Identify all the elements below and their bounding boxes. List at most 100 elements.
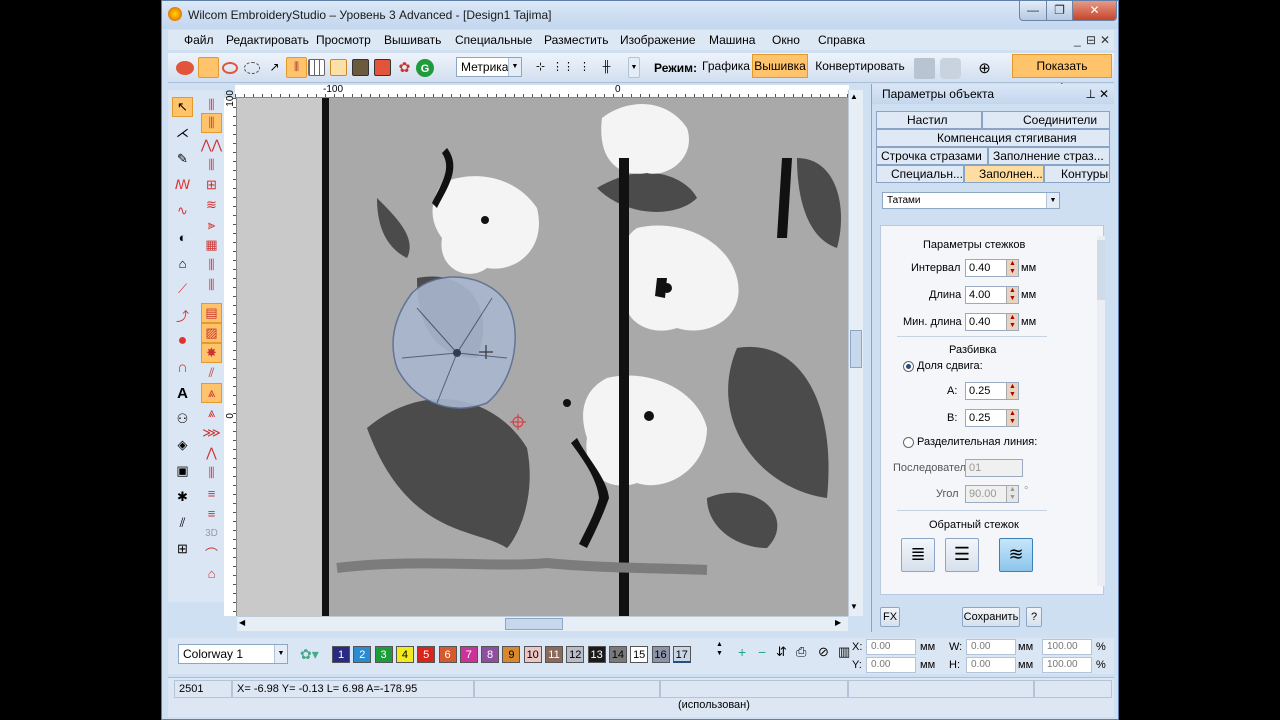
monogram-tool-icon[interactable]: ⚇ xyxy=(172,409,193,429)
help-button[interactable]: ? xyxy=(1026,607,1042,627)
pen-tool-icon[interactable]: ✎ xyxy=(172,149,193,169)
fx-button[interactable]: FX xyxy=(880,607,900,627)
menu-file[interactable]: Файл xyxy=(184,33,214,47)
fill-type-2-icon[interactable]: ▨ xyxy=(201,323,222,343)
color-swatch[interactable]: 16 xyxy=(651,646,670,663)
grid-tool-icon[interactable]: ⊞ xyxy=(172,539,193,559)
circle-tool-icon[interactable]: ● xyxy=(172,331,193,351)
fill-type-11-icon[interactable]: ≡ xyxy=(201,503,222,523)
stitch-type-8-icon[interactable]: ▦ xyxy=(201,235,222,255)
scroll-right-icon[interactable]: ▶ xyxy=(835,618,841,627)
fill-type-7-icon[interactable]: ⋙ xyxy=(201,423,222,443)
x-input[interactable]: 0.00 xyxy=(866,639,916,655)
menu-arrange[interactable]: Разместить xyxy=(544,33,609,47)
split-line-radio[interactable] xyxy=(903,437,914,448)
spin-arrows-icon[interactable]: ▲ ▼ xyxy=(1006,486,1018,502)
scroll-down-icon[interactable]: ▼ xyxy=(850,602,858,611)
text-tool-icon[interactable]: A xyxy=(172,383,193,403)
sequence-icon[interactable]: ⋮ xyxy=(574,57,595,78)
shape-tool-icon[interactable]: ⌂ xyxy=(172,253,193,273)
run-tool-icon[interactable]: ∿ xyxy=(172,201,193,221)
fence-icon[interactable]: ╫ xyxy=(596,57,617,78)
fill-type-1-icon[interactable]: ▤ xyxy=(201,303,222,323)
panel-close-icon[interactable]: ✕ xyxy=(1099,87,1109,101)
interval-input[interactable]: 0.40 ▲ ▼ xyxy=(965,259,1019,277)
w-input[interactable]: 0.00 xyxy=(966,639,1016,655)
color-image-icon[interactable] xyxy=(374,59,391,76)
table-icon[interactable] xyxy=(330,59,347,76)
color-swatch[interactable]: 3 xyxy=(374,646,393,663)
stitch-type-7-icon[interactable]: ⫸ xyxy=(201,215,222,235)
spin-arrows-icon[interactable]: ▲ ▼ xyxy=(1006,260,1018,276)
select-tool-icon[interactable]: ↖ xyxy=(172,97,193,117)
color-swatch[interactable]: 11 xyxy=(545,646,563,663)
color-swatch[interactable]: 17 xyxy=(672,646,691,663)
refresh-icon[interactable]: G xyxy=(416,59,434,77)
menu-help[interactable]: Справка xyxy=(818,33,865,47)
scale-h-input[interactable]: 100.00 xyxy=(1042,657,1092,673)
menu-view[interactable]: Просмотр xyxy=(316,33,371,47)
polyline-tool-icon[interactable]: ⤴ xyxy=(172,305,193,325)
menu-window[interactable]: Окно xyxy=(772,33,800,47)
fill-type-10-icon[interactable]: ≡ xyxy=(201,483,222,503)
tab-special[interactable]: Специальн... xyxy=(876,165,964,183)
units-select[interactable]: Метрика ▼ xyxy=(456,57,522,77)
fill-type-6-icon[interactable]: ⩓ xyxy=(201,403,222,423)
hatch-tool-icon[interactable]: ⫽ xyxy=(172,513,193,533)
globe-tool-icon[interactable]: ◐ xyxy=(172,227,193,247)
remove-color-icon[interactable]: − xyxy=(758,644,766,660)
fill-tool-icon[interactable] xyxy=(198,57,219,78)
image-icon[interactable] xyxy=(352,59,369,76)
outline-tool-icon[interactable] xyxy=(222,62,238,74)
spin-arrows-icon[interactable]: ▲ ▼ xyxy=(1006,383,1018,399)
fill-type-select[interactable]: Татами ▼ xyxy=(882,192,1060,209)
menu-edit[interactable]: Редактировать xyxy=(226,33,309,47)
color-tool-icon[interactable]: ⇵ xyxy=(776,644,787,660)
angle-input[interactable]: 90.00 ▲ ▼ xyxy=(965,485,1019,503)
color-import-icon[interactable]: ⎙ xyxy=(796,644,806,660)
grid-icon[interactable] xyxy=(308,59,325,76)
reshape-tool-icon[interactable]: ⋌ xyxy=(172,123,193,143)
menu-special[interactable]: Специальные xyxy=(455,33,532,47)
3d-icon[interactable]: 3D xyxy=(201,523,222,543)
distribute-icon[interactable]: ⋮⋮ xyxy=(552,57,574,78)
lasso-tool-icon[interactable] xyxy=(244,62,260,74)
fill-type-13-icon[interactable]: ⌂ xyxy=(201,563,222,583)
colorway-select[interactable]: Colorway 1 ▼ xyxy=(178,644,288,664)
fill-type-5-icon[interactable]: ⩓ xyxy=(201,383,222,403)
tab-fill[interactable]: Заполнен... xyxy=(964,165,1044,183)
spin-arrows-icon[interactable]: ▲ ▼ xyxy=(1006,410,1018,426)
min-length-input[interactable]: 0.40 ▲ ▼ xyxy=(965,313,1019,331)
stitch-type-9-icon[interactable]: ⫼ xyxy=(201,255,222,275)
save-button[interactable]: Сохранить xyxy=(962,607,1020,627)
machine-icon[interactable] xyxy=(914,58,935,79)
fill-type-12-icon[interactable]: ⌒ xyxy=(201,543,222,563)
spin-arrows-icon[interactable]: ▲ ▼ xyxy=(1006,314,1018,330)
vertical-scrollbar[interactable]: ▲ ▼ xyxy=(848,90,863,616)
back-stitch-option-3[interactable]: ≋ xyxy=(999,538,1033,572)
line-tool-icon[interactable]: ⟋ xyxy=(172,279,193,299)
tab-rhinestone-run[interactable]: Строчка стразами xyxy=(876,147,988,165)
vertical-ruler[interactable]: 100 0 xyxy=(224,90,237,616)
stitch-type-4-icon[interactable]: ⫼ xyxy=(201,155,222,175)
convert-button[interactable]: Конвертировать xyxy=(812,54,908,78)
color-swatch[interactable]: 4 xyxy=(395,646,414,663)
color-swatch[interactable]: 15 xyxy=(630,646,649,663)
form-scrollbar[interactable] xyxy=(1097,236,1105,586)
stitch-type-5-icon[interactable]: ⊞ xyxy=(201,175,222,195)
design-canvas[interactable] xyxy=(237,98,848,616)
tab-rhinestone-fill[interactable]: Заполнение страз... xyxy=(988,147,1110,165)
color-swatch[interactable]: 7 xyxy=(459,646,478,663)
diamond-tool-icon[interactable]: ◈ xyxy=(172,435,193,455)
vertical-scroll-thumb[interactable] xyxy=(850,330,862,368)
stitch-type-2-icon[interactable]: ⫼ xyxy=(201,113,222,133)
form-scroll-thumb[interactable] xyxy=(1097,240,1105,300)
applique-tool-icon[interactable]: ✱ xyxy=(172,487,193,507)
satin-tool-icon[interactable] xyxy=(176,61,194,75)
mdi-close-button[interactable]: ✕ xyxy=(1100,33,1110,47)
color-swatch[interactable]: 8 xyxy=(481,646,500,663)
globe-icon[interactable]: ⊕ xyxy=(974,58,995,79)
show-graphics-button[interactable]: Показать графику xyxy=(1012,54,1112,95)
mdi-restore-button[interactable]: ⊟ xyxy=(1086,33,1096,47)
color-swatch[interactable]: 5 xyxy=(417,646,436,663)
